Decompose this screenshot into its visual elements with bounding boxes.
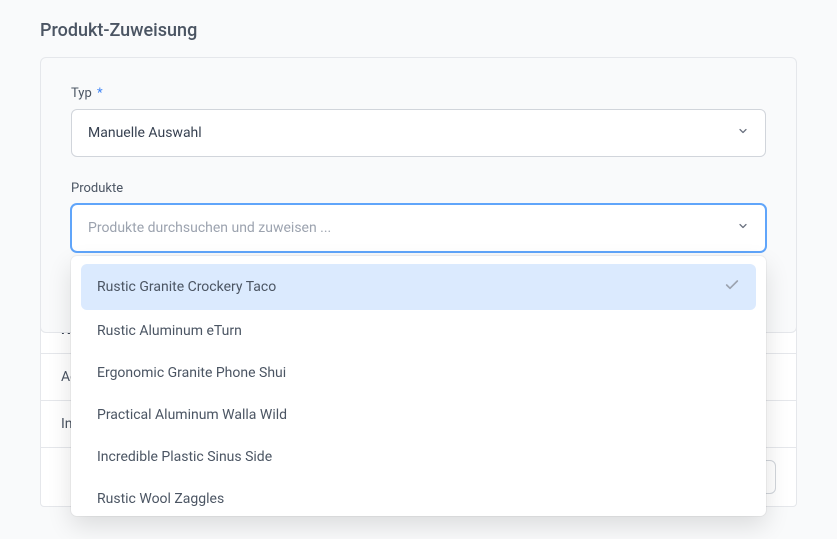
type-select-value: Manuelle Auswahl (88, 125, 737, 141)
products-field-group: Produkte Produkte durchsuchen und zuweis… (71, 181, 766, 252)
check-icon (724, 277, 740, 297)
type-field-group: Typ * Manuelle Auswahl (71, 86, 766, 157)
required-indicator: * (97, 86, 103, 101)
form-card: Typ * Manuelle Auswahl Produkte Produkte… (40, 57, 797, 333)
chevron-down-icon (737, 125, 749, 141)
type-label: Typ * (71, 86, 766, 101)
dropdown-option[interactable]: Rustic Granite Crockery Taco (81, 264, 756, 310)
dropdown-option[interactable]: Rustic Aluminum eTurn (81, 310, 756, 352)
option-label: Practical Aluminum Walla Wild (97, 407, 287, 423)
products-label: Produkte (71, 181, 766, 196)
products-select[interactable]: Produkte durchsuchen und zuweisen ... (71, 204, 766, 252)
dropdown-option[interactable]: Ergonomic Granite Phone Shui (81, 352, 756, 394)
option-label: Rustic Aluminum eTurn (97, 323, 242, 339)
type-select[interactable]: Manuelle Auswahl (71, 109, 766, 157)
products-placeholder: Produkte durchsuchen und zuweisen ... (88, 220, 737, 236)
page-title: Produkt-Zuweisung (0, 0, 837, 57)
chevron-down-icon (737, 220, 749, 236)
option-label: Incredible Plastic Sinus Side (97, 449, 272, 465)
option-label: Rustic Granite Crockery Taco (97, 279, 276, 295)
products-option-list[interactable]: Rustic Granite Crockery Taco Rustic Alumi… (71, 264, 766, 508)
dropdown-option[interactable]: Incredible Plastic Sinus Side (81, 436, 756, 478)
option-label: Ergonomic Granite Phone Shui (97, 365, 286, 381)
products-dropdown: Rustic Granite Crockery Taco Rustic Alumi… (71, 256, 766, 516)
dropdown-option[interactable]: Rustic Wool Zaggles (81, 478, 756, 508)
dropdown-option[interactable]: Practical Aluminum Walla Wild (81, 394, 756, 436)
type-label-text: Typ (71, 86, 92, 101)
option-label: Rustic Wool Zaggles (97, 491, 224, 507)
